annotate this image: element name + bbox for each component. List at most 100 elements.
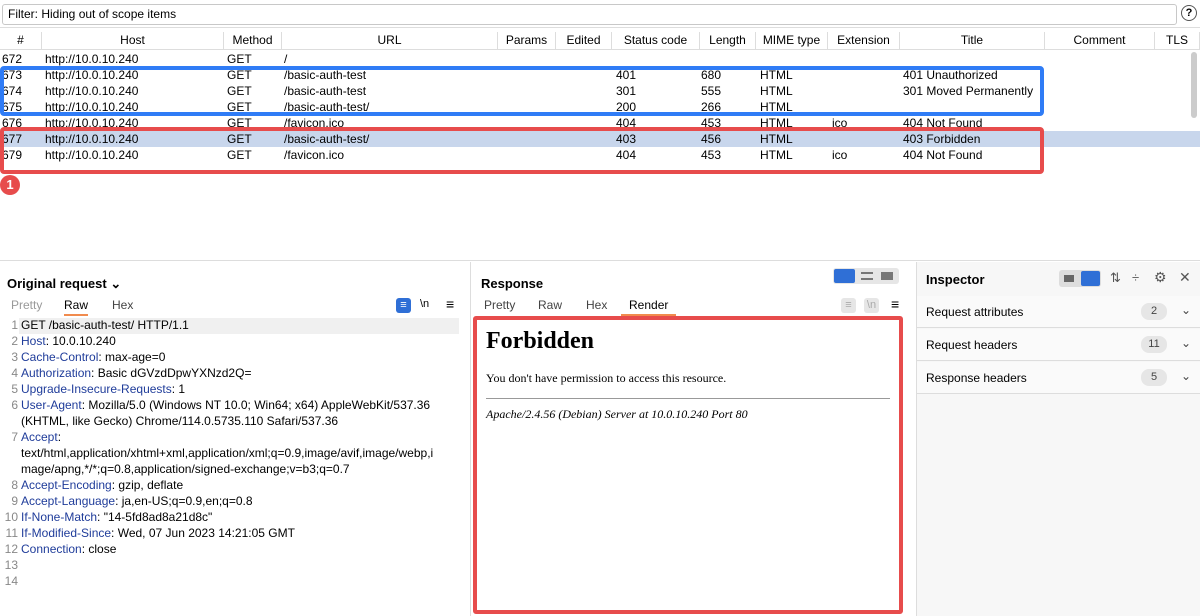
chevron-down-icon[interactable]: ⌄ [110,276,121,291]
tab-hex[interactable]: Hex [586,296,607,316]
close-icon[interactable]: ✕ [1179,269,1191,286]
tab-pretty[interactable]: Pretty [11,296,42,316]
splitter[interactable] [0,260,1200,261]
header-name: Accept [21,430,58,444]
layout-toggle[interactable] [833,268,899,284]
render-message: You don't have permission to access this… [486,371,727,385]
line-number: 1 [11,318,18,332]
header-value: mage/apng,*/*;q=0.8,application/signed-e… [21,462,350,476]
header-name: User-Agent [21,398,82,412]
inspector-section[interactable]: Request headers 11 ⌄ [917,329,1200,361]
inspector-section-label: Request attributes [926,305,1024,319]
request-line: Accept-Language: ja,en-US;q=0.9,en;q=0.8 [21,494,253,508]
header-name: Authorization [21,366,92,380]
header-value: text/html,application/xhtml+xml,applicat… [21,446,434,460]
line-number: 12 [4,542,18,556]
table-row[interactable]: 672 http://10.0.10.240 GET / [0,51,1200,67]
header-value: GET /basic-auth-test/ HTTP/1.1 [21,318,189,332]
inspector-section-label: Response headers [926,371,1027,385]
word-wrap-icon[interactable]: ≡ [396,298,411,313]
word-wrap-icon[interactable]: ≡ [841,298,856,313]
layout-top-bottom-icon[interactable] [861,272,873,280]
gear-icon[interactable]: ⚙ [1154,269,1167,286]
inspector-section[interactable]: Request attributes 2 ⌄ [917,296,1200,328]
col-mime-type[interactable]: MIME type [756,32,828,50]
menu-icon[interactable]: ≡ [891,296,899,312]
menu-icon[interactable]: ≡ [446,296,454,312]
col-method[interactable]: Method [224,32,282,50]
inspector-list-icon[interactable] [1064,275,1074,282]
chevron-down-icon[interactable]: ⌄ [1181,303,1191,317]
filter-input[interactable]: Filter: Hiding out of scope items [2,4,1177,25]
tab-pretty[interactable]: Pretty [484,296,515,316]
history-scrollbar[interactable] [1188,50,1200,122]
header-value: : Basic dGVzdDpwYXNzd2Q= [91,366,252,380]
request-line: Accept-Encoding: gzip, deflate [21,478,183,492]
row-number: 672 [2,52,23,66]
inspector-panel-icon[interactable] [1081,271,1100,286]
header-value: : [57,430,62,444]
col-extension[interactable]: Extension [828,32,900,50]
col-tls[interactable]: TLS [1155,32,1200,50]
newline-toggle[interactable]: \n [420,298,429,310]
request-line: (KHTML, like Gecko) Chrome/114.0.5735.11… [21,414,338,428]
newline-toggle[interactable]: \n [864,298,879,313]
blue-highlight-box [0,66,1044,116]
col-edited[interactable]: Edited [556,32,612,50]
col-length[interactable]: Length [700,32,756,50]
tab-raw[interactable]: Raw [64,296,89,316]
render-heading: Forbidden [486,328,595,354]
request-line: If-Modified-Since: Wed, 07 Jun 2023 14:2… [21,526,295,540]
header-value: : "14-5fd8ad8a21d8c" [97,510,213,524]
row-method: GET [227,52,252,66]
header-value: : Wed, 07 Jun 2023 14:21:05 GMT [111,526,295,540]
col-url[interactable]: URL [282,32,498,50]
filter-bar: Filter: Hiding out of scope items ? [0,0,1200,28]
header-name: Connection [21,542,82,556]
inspector-section[interactable]: Response headers 5 ⌄ [917,362,1200,394]
chevron-down-icon[interactable]: ⌄ [1181,336,1191,350]
header-name: Accept-Language [21,494,116,508]
col-host[interactable]: Host [42,32,224,50]
col-title[interactable]: Title [900,32,1045,50]
request-line: User-Agent: Mozilla/5.0 (Windows NT 10.0… [21,398,430,412]
request-line: text/html,application/xhtml+xml,applicat… [21,446,433,460]
inspector-section-count: 11 [1141,336,1167,353]
header-name: Accept-Encoding [21,478,112,492]
header-name: Upgrade-Insecure-Requests [21,382,172,396]
request-panel-title[interactable]: Original request ⌄ [7,276,121,292]
col-params[interactable]: Params [498,32,556,50]
inspector-layout-toggle[interactable] [1059,270,1101,287]
header-value: : ja,en-US;q=0.9,en;q=0.8 [115,494,253,508]
layout-tabs-icon[interactable] [881,272,893,280]
line-number: 10 [4,510,18,524]
header-name: Cache-Control [21,350,99,364]
chevron-down-icon[interactable]: ⌄ [1181,369,1191,383]
request-line: GET /basic-auth-test/ HTTP/1.1 [21,318,189,332]
inspector-section-count: 2 [1141,303,1167,320]
header-value: : 1 [171,382,186,396]
tab-raw[interactable]: Raw [538,296,562,316]
col-status-code[interactable]: Status code [612,32,700,50]
render-server-signature: Apache/2.4.56 (Debian) Server at 10.0.10… [486,407,748,421]
header-name: If-None-Match [21,510,98,524]
line-number: 14 [4,574,18,588]
header-name: If-Modified-Since [21,526,112,540]
collapse-all-icon[interactable]: ÷ [1132,270,1139,285]
line-number: 6 [11,398,18,412]
header-value: : max-age=0 [98,350,166,364]
header-value: : close [81,542,117,556]
col-comment[interactable]: Comment [1045,32,1155,50]
line-number: 5 [11,382,18,396]
line-number: 2 [11,334,18,348]
help-icon[interactable]: ? [1181,5,1197,21]
tab-render[interactable]: Render [621,296,677,316]
tab-hex[interactable]: Hex [112,296,133,316]
request-line: Host: 10.0.10.240 [21,334,116,348]
request-line: Upgrade-Insecure-Requests: 1 [21,382,185,396]
inspector-panel: Inspector ⇅ ÷ ⚙ ✕ Request attributes 2 ⌄ Re… [916,262,1200,616]
expand-all-icon[interactable]: ⇅ [1110,270,1121,286]
col-number[interactable]: # [0,32,42,50]
line-number: 4 [11,366,18,380]
layout-side-by-side-icon[interactable] [834,269,855,283]
